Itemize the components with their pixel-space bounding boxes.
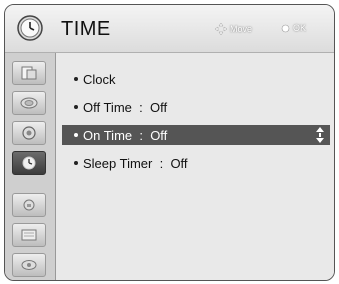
sidebar-item-audio[interactable]: [12, 91, 46, 115]
up-down-arrows-icon: [316, 127, 324, 143]
bullet-icon: [74, 161, 78, 165]
page-title: TIME: [61, 18, 111, 40]
menu-item-label: Off Time: [83, 99, 132, 115]
time-menu-list: Clock Off Time : Off On Time : Off Sleep…: [56, 53, 334, 280]
sidebar-item-time[interactable]: [12, 151, 46, 175]
menu-item-label: Clock: [83, 71, 116, 87]
sidebar-item-input[interactable]: [12, 253, 46, 277]
input-icon: [21, 260, 37, 270]
time-menu-window: TIME Move OK Clock Off Time: Off On Tim…: [4, 4, 335, 281]
category-sidebar: [5, 53, 56, 280]
move-arrows-icon: [215, 23, 227, 35]
picture-icon: [21, 66, 37, 80]
hint-move: Move: [215, 23, 252, 35]
menu-item-sleep-timer[interactable]: Sleep Timer : Off: [62, 153, 330, 173]
sidebar-item-lock[interactable]: [12, 193, 46, 217]
lock-icon: [23, 199, 35, 211]
menu-item-value: Off: [149, 99, 168, 115]
bullet-icon: [74, 77, 78, 81]
bullet-icon: [74, 133, 78, 137]
menu-item-label: On Time: [83, 127, 133, 143]
time-icon: [22, 156, 36, 170]
ok-button-icon: [281, 24, 290, 32]
screen-icon: [21, 229, 37, 241]
clock-icon: [17, 15, 43, 41]
hint-ok-label: OK: [293, 23, 307, 33]
sidebar-item-screen[interactable]: [12, 223, 46, 247]
sidebar-item-option[interactable]: [12, 121, 46, 145]
menu-item-on-time[interactable]: On Time : Off: [62, 125, 330, 145]
menu-item-off-time[interactable]: Off Time : Off: [62, 97, 330, 117]
hint-move-label: Move: [230, 24, 253, 34]
option-icon: [22, 126, 36, 140]
audio-icon: [20, 97, 38, 109]
bullet-icon: [74, 105, 78, 109]
sidebar-item-picture[interactable]: [12, 61, 46, 85]
menu-item-label: Sleep Timer: [83, 155, 153, 171]
menu-item-value: Off: [150, 127, 168, 143]
menu-item-value: Off: [170, 155, 188, 171]
menu-header: TIME Move OK: [5, 5, 334, 53]
hint-ok: OK: [281, 23, 306, 33]
menu-item-clock[interactable]: Clock: [62, 69, 330, 89]
